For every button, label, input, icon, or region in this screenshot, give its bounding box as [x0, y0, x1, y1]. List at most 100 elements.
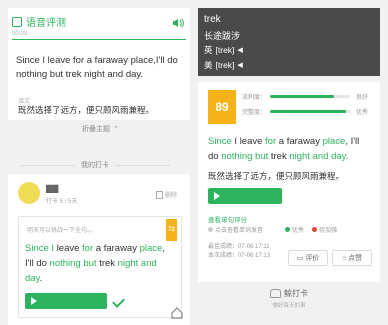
metric-grade: 优秀 — [356, 110, 369, 116]
us-pronunciation[interactable]: 美 [trek] ◀ — [204, 59, 243, 71]
brand-slogan: 做好每天的事 — [272, 303, 306, 309]
like-button[interactable]: ☝ 点赞 — [332, 250, 372, 266]
eval-hint: 明天可以挑战一下全句。。 — [27, 228, 97, 234]
review-button[interactable]: ▭ 评价 — [288, 250, 328, 266]
brand-name: 鲸打卡 — [284, 289, 308, 298]
sentence-word[interactable]: . — [346, 151, 349, 162]
collapse-label: 折叠主题 — [82, 126, 110, 133]
us-ipa: [trek] — [215, 60, 235, 70]
user-meta: 打卡 5 / 5天 — [46, 199, 78, 205]
legend-item: 优秀 — [285, 225, 304, 234]
eval-sentence: Since I leave for a faraway place, I'll … — [25, 241, 169, 286]
legend-dot-icon — [208, 227, 213, 232]
popup-word: trek — [204, 14, 221, 25]
home-icon[interactable] — [170, 306, 184, 320]
legend-label: 待加强 — [319, 228, 338, 234]
highlighted-word[interactable]: for — [265, 136, 279, 147]
dictionary-popup: trek 长途跋涉 英 [trek] ◀ 美 [trek] ◀ — [198, 8, 380, 76]
metric-bar-fill — [270, 95, 334, 98]
score-badge: 89 — [208, 90, 236, 124]
color-legend: 点击查看单词发音 优秀 待加强 — [208, 225, 345, 234]
metric-bar — [270, 95, 350, 98]
thumb-up-icon: ☝ — [341, 255, 347, 262]
report-sentence: Since I leave for a faraway place, I'll … — [208, 134, 368, 164]
metric-bar-fill — [270, 110, 346, 113]
sentence-word[interactable]: leave — [240, 136, 265, 147]
play-button[interactable] — [25, 293, 107, 309]
evaluation-card: 明天可以挑战一下全句。。 72 Since I leave for a fara… — [18, 216, 182, 318]
theme-card: 语音评测 00:03 Since I leave for a faraway p… — [8, 8, 190, 120]
highlighted-word[interactable]: place — [140, 243, 163, 254]
metric-label: 流利度： — [242, 95, 267, 101]
us-label: 美 — [204, 60, 213, 70]
highlighted-word[interactable]: for — [82, 243, 96, 254]
report-translation: 既然选择了远方，便只顾风雨兼程。 — [208, 171, 345, 181]
chevron-up-icon: ⌃ — [113, 126, 119, 133]
highlighted-word[interactable]: place — [323, 136, 346, 147]
highlighted-word[interactable]: Since — [25, 243, 51, 254]
legend-dot-icon — [285, 227, 291, 232]
date-row: 本次成绩：07-06 17:13 — [208, 252, 270, 261]
brand-logo-icon — [270, 289, 281, 298]
sentence-word[interactable]: leave — [57, 243, 82, 254]
uk-pronunciation[interactable]: 英 [trek] ◀ — [204, 44, 243, 56]
header-time: 00:03 — [12, 31, 28, 37]
trash-icon — [156, 190, 163, 199]
brand-row: 鲸打卡 — [264, 288, 314, 299]
collapse-toggle[interactable]: 折叠主题 ⌃ — [82, 124, 119, 134]
green-divider — [12, 39, 186, 40]
review-label: 评价 — [305, 255, 320, 262]
sentence-word[interactable]: trek — [99, 258, 117, 269]
date-label: 本次成绩： — [208, 253, 239, 259]
popup-meaning: 长途跋涉 — [204, 31, 241, 41]
play-button[interactable] — [208, 188, 282, 204]
metrics: 流利度： 良好完整度： 优秀 — [242, 92, 376, 122]
metric-label: 完整度： — [242, 110, 267, 116]
like-label: 点赞 — [348, 255, 363, 262]
date-info: 最佳成绩：07-06 17:11 本次成绩：07-06 17:13 — [208, 243, 270, 261]
highlighted-word[interactable]: night and day — [289, 151, 345, 162]
highlighted-word[interactable]: nothing but — [221, 151, 271, 162]
metric-row: 流利度： 良好 — [242, 92, 376, 101]
uk-speaker-icon: ◀ — [237, 47, 243, 54]
date-row: 最佳成绩：07-06 17:11 — [208, 243, 270, 252]
legend-item: 点击查看单词发音 — [208, 225, 263, 234]
date-value: 07-06 17:13 — [238, 253, 271, 259]
checkmark-icon — [112, 295, 125, 308]
play-icon — [31, 297, 37, 305]
delete-button[interactable]: 删除 — [156, 190, 177, 199]
sentence-text: Since I leave for a faraway place,I'll d… — [16, 55, 178, 80]
sentence-word[interactable]: . — [40, 273, 43, 284]
uk-label: 英 — [204, 45, 213, 55]
metric-bar — [270, 110, 350, 113]
translation-text: 既然选择了远方，便只顾风雨兼程。 — [18, 105, 155, 115]
delete-label: 删除 — [165, 193, 178, 199]
legend-dot-icon — [312, 227, 318, 232]
sentence-word[interactable]: trek — [271, 151, 289, 162]
date-label: 最佳成绩： — [208, 244, 239, 250]
highlighted-word[interactable]: Since — [208, 136, 234, 147]
sentence-word[interactable]: a faraway — [96, 243, 140, 254]
metric-grade: 良好 — [356, 95, 369, 101]
play-icon — [214, 192, 220, 200]
score-value: 72 — [168, 227, 175, 233]
legend-label: 点击查看单词发音 — [215, 228, 264, 234]
sentence-word[interactable]: a faraway — [279, 136, 323, 147]
us-speaker-icon: ◀ — [237, 62, 243, 69]
checkin-card: ▇▇ 打卡 5 / 5天 删除 明天可以挑战一下全句。。 72 Since I … — [8, 174, 190, 325]
speaker-icon[interactable] — [172, 15, 184, 28]
uk-ipa: [trek] — [215, 45, 235, 55]
score-value: 89 — [215, 100, 229, 114]
report-card: 89 流利度： 良好完整度： 优秀 Since I leave for a fara… — [198, 82, 380, 282]
legend-item: 待加强 — [312, 225, 337, 234]
highlighted-word[interactable]: nothing but — [50, 258, 100, 269]
header-title: 语音评测 — [26, 18, 66, 29]
comment-icon: ▭ — [296, 255, 304, 262]
legend-label: 优秀 — [292, 228, 305, 234]
brand-block: 鲸打卡 做好每天的事 — [264, 288, 314, 309]
metric-row: 完整度： 优秀 — [242, 107, 376, 116]
avatar[interactable] — [18, 182, 40, 204]
score-detail-link[interactable]: 查看单句评分 — [208, 214, 247, 224]
date-value: 07-06 17:11 — [238, 244, 270, 250]
evaluation-icon — [12, 16, 22, 27]
